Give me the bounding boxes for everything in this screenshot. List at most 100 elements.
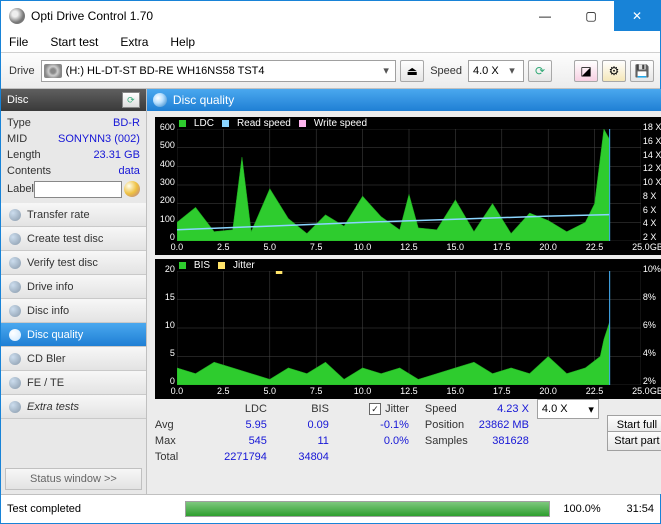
disc-refresh-button[interactable]: ⟳ [122,92,140,108]
legend-read: Read speed [237,118,291,129]
options-button[interactable]: ⚙ [602,60,626,82]
avg-jitter: -0.1% [329,419,409,431]
plot-area [177,129,641,241]
nav-verify-test-disc[interactable]: Verify test disc [1,251,146,275]
speed-label: Speed [428,65,464,77]
toolbar: Drive (H:) HL-DT-ST BD-RE WH16NS58 TST4 … [1,53,660,89]
chevron-down-icon: ▾ [588,403,594,416]
avg-label: Avg [155,419,197,431]
nav-item-label: Create test disc [27,233,103,245]
disc-label-input[interactable] [34,181,122,198]
disc-label-label: Label [7,183,34,195]
close-button[interactable]: ✕ [614,1,660,31]
bullet-icon [9,233,21,245]
erase-button[interactable]: ◪ [574,60,598,82]
nav-fe-te[interactable]: FE / TE [1,371,146,395]
speed-label: Speed [409,403,465,415]
total-bis: 34804 [267,451,329,463]
nav-disc-info[interactable]: Disc info [1,299,146,323]
test-speed-value: 4.0 X [542,403,568,415]
max-label: Max [155,435,197,447]
stats-panel: LDC BIS ✓Jitter Speed 4.23 X 4.0 X▾ Avg … [147,399,661,469]
hdr-ldc: LDC [197,403,267,415]
progress-percent: 100.0% [558,503,606,515]
max-bis: 11 [267,435,329,447]
disc-quality-icon [153,93,167,107]
avg-bis: 0.09 [267,419,329,431]
progress-fill [186,502,549,516]
status-window-toggle[interactable]: Status window >> [5,468,142,490]
legend-bis: BIS [194,260,210,271]
disc-type-value: BD-R [113,117,140,129]
save-button[interactable]: 💾 [630,60,654,82]
nav-item-label: Verify test disc [27,257,98,269]
disc-length-label: Length [7,149,41,161]
hdr-bis: BIS [267,403,329,415]
maximize-button[interactable]: ▢ [568,1,614,31]
eject-button[interactable]: ⏏ [400,60,424,82]
legend-swatch-write [299,120,306,127]
total-label: Total [155,451,197,463]
disc-type-label: Type [7,117,31,129]
nav-extra-tests[interactable]: Extra tests [1,395,146,419]
test-speed-select[interactable]: 4.0 X ▾ [537,399,599,419]
minimize-button[interactable]: — [522,1,568,31]
disc-contents-value: data [119,165,140,177]
position-value: 23862 MB [465,419,529,431]
samples-value: 381628 [465,435,529,447]
bullet-icon [9,401,21,413]
nav-create-test-disc[interactable]: Create test disc [1,227,146,251]
menu-file[interactable]: File [5,33,32,51]
bullet-icon [9,329,21,341]
nav-cd-bler[interactable]: CD Bler [1,347,146,371]
nav-transfer-rate[interactable]: Transfer rate [1,203,146,227]
progress-bar [185,501,550,517]
nav-disc-quality[interactable]: Disc quality [1,323,146,347]
y-axis-right: 2%4%6%8%10% [643,269,661,381]
disc-length-value: 23.31 GB [93,149,139,161]
samples-label: Samples [409,435,465,447]
nav-list: Transfer rate Create test disc Verify te… [1,203,146,464]
total-ldc: 2271794 [197,451,267,463]
hdr-jitter: Jitter [385,403,409,415]
nav-item-label: FE / TE [27,377,64,389]
drive-value: (H:) HL-DT-ST BD-RE WH16NS58 TST4 [66,65,376,77]
chart-legend: LDC Read speed Write speed [179,118,367,129]
menu-start-test[interactable]: Start test [46,33,102,51]
legend-swatch-ldc [179,120,186,127]
disc-contents-label: Contents [7,165,51,177]
menu-help[interactable]: Help [166,33,199,51]
nav-item-label: Disc quality [27,329,83,341]
disc-panel-header: Disc ⟳ [1,89,146,111]
nav-item-label: Drive info [27,281,73,293]
plot-area [177,271,641,385]
status-bar: Test completed 100.0% 31:54 [1,494,660,522]
drive-icon [44,64,62,78]
speed-select[interactable]: 4.0 X ▾ [468,60,524,82]
refresh-button[interactable]: ⟳ [528,60,552,82]
jitter-checkbox[interactable]: ✓ [369,403,381,415]
nav-item-label: Transfer rate [27,209,90,221]
start-part-button[interactable]: Start part [607,431,661,451]
y-axis-left: 05101520 [157,269,175,381]
drive-select[interactable]: (H:) HL-DT-ST BD-RE WH16NS58 TST4 ▾ [41,60,397,82]
window-title: Opti Drive Control 1.70 [31,9,522,23]
legend-write: Write speed [314,118,367,129]
main-title: Disc quality [173,93,234,107]
menu-extra[interactable]: Extra [116,33,152,51]
bullet-icon [9,353,21,365]
nav-drive-info[interactable]: Drive info [1,275,146,299]
bullet-icon [9,281,21,293]
chevron-down-icon: ▾ [505,64,519,77]
bullet-icon [9,305,21,317]
max-ldc: 545 [197,435,267,447]
disc-icon [124,181,140,197]
disc-mid-value: SONYNN3 (002) [58,133,140,145]
main-area: Disc quality LDC Read speed Write speed … [147,89,661,494]
bullet-icon [9,377,21,389]
main-header: Disc quality [147,89,661,111]
legend-jitter: Jitter [233,260,255,271]
x-axis: 0.02.55.07.510.012.515.017.520.022.525.0… [177,242,641,254]
elapsed-time: 31:54 [614,503,654,515]
legend-swatch-bis [179,262,186,269]
